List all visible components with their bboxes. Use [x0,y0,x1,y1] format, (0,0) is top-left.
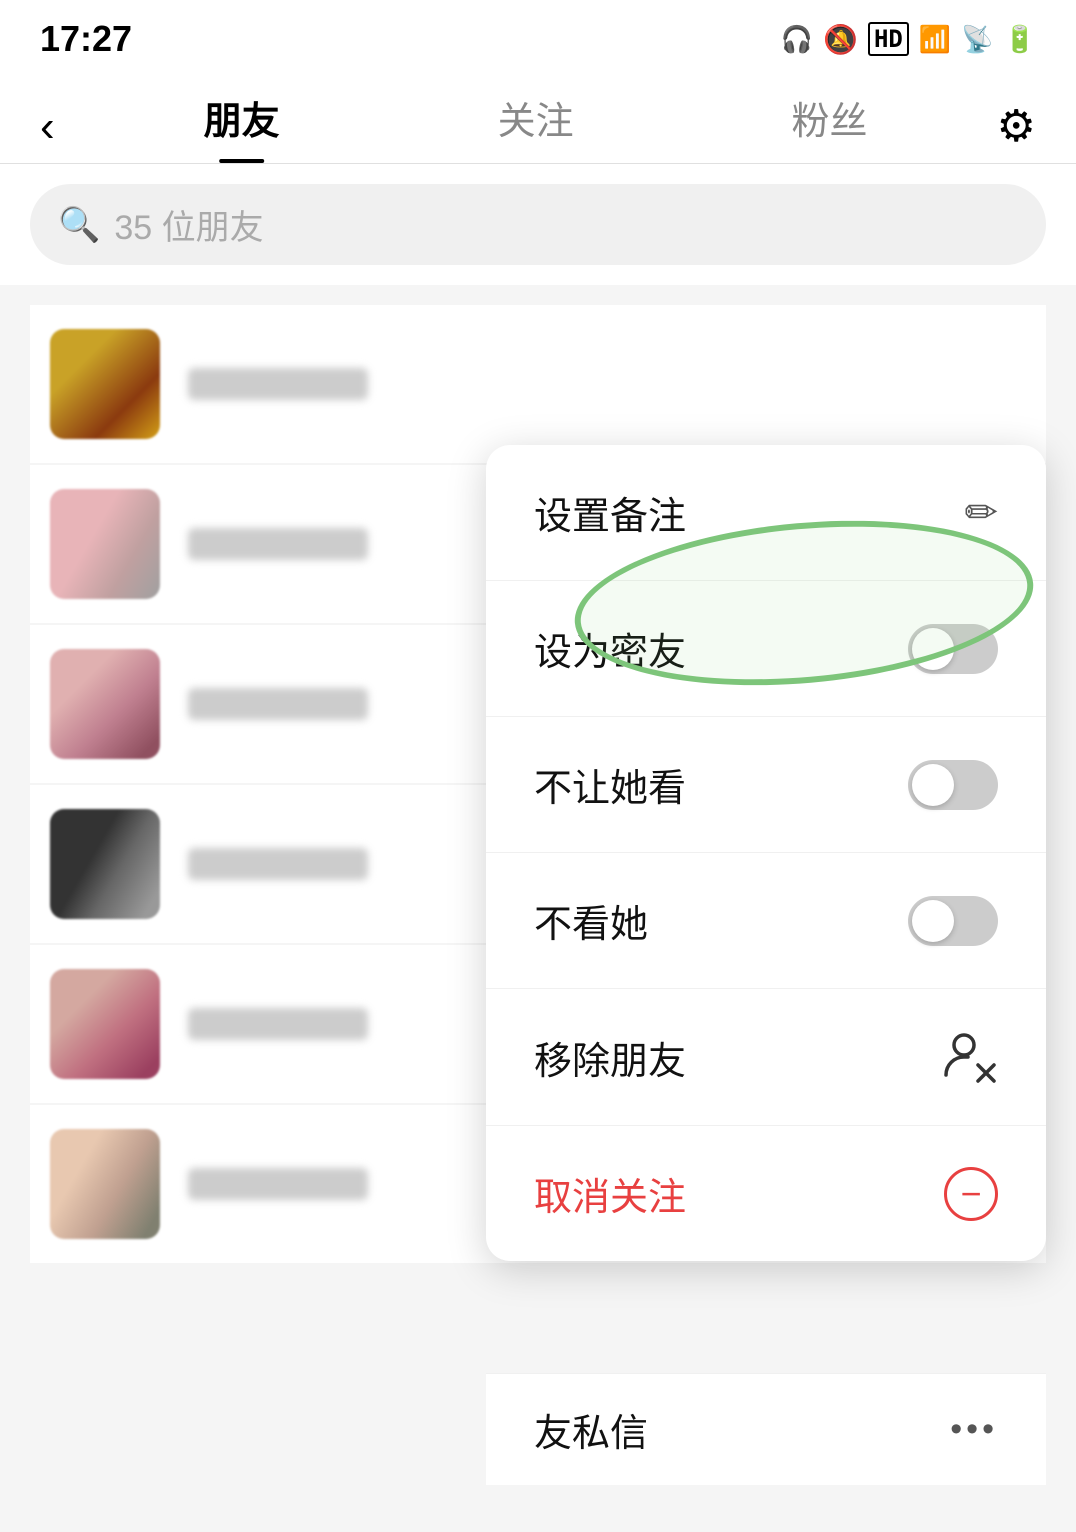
list-item[interactable] [30,305,1046,463]
menu-item-label-set-remark: 设置备注 [534,485,686,540]
search-icon: 🔍 [58,205,100,245]
menu-item-set-remark[interactable]: 设置备注 ✏ [486,445,1046,581]
nav-tabs: 朋友 关注 粉丝 [95,90,977,163]
more-icon: ••• [950,1410,998,1449]
menu-item-hide-from-her[interactable]: 不让她看 [486,717,1046,853]
unfollow-icon: − [944,1167,998,1221]
friend-name [188,368,368,400]
menu-item-unfollow[interactable]: 取消关注 − [486,1126,1046,1261]
avatar [50,649,160,759]
hd-icon: HD [868,22,909,56]
avatar [50,1129,160,1239]
search-container: 🔍 35 位朋友 [0,164,1076,285]
edit-icon: ✏ [964,490,998,536]
avatar [50,489,160,599]
friend-name [188,1168,368,1200]
menu-item-label-remove-friend: 移除朋友 [534,1030,686,1085]
tab-friends[interactable]: 朋友 [204,90,280,163]
friend-name [188,1008,368,1040]
battery-icon: 🔋 [1004,24,1036,55]
bottom-partial-item: 友私信 ••• [486,1373,1046,1485]
avatar [50,809,160,919]
avatar [50,329,160,439]
remove-user-icon [942,1029,998,1085]
tab-following[interactable]: 关注 [498,90,574,163]
context-menu: 设置备注 ✏ 设为密友 不让她看 不看她 移除朋友 [486,445,1046,1261]
friend-name [188,528,368,560]
toggle-hide-her[interactable] [908,896,998,946]
menu-item-label-hide-her: 不看她 [534,893,648,948]
toggle-hide-from-her[interactable] [908,760,998,810]
back-button[interactable]: ‹ [40,105,55,149]
tab-fans[interactable]: 粉丝 [792,90,868,163]
headphone-icon: 🎧 [781,24,813,55]
menu-item-close-friend[interactable]: 设为密友 [486,581,1046,717]
wifi-icon: 📡 [961,24,993,55]
friend-name [188,848,368,880]
search-placeholder: 35 位朋友 [114,200,263,249]
bottom-partial-label: 友私信 [534,1402,648,1457]
settings-button[interactable]: ⚙ [997,101,1036,152]
avatar [50,969,160,1079]
signal-icon: 📶 [919,24,951,55]
content-area: 设置备注 ✏ 设为密友 不让她看 不看她 移除朋友 [0,285,1076,1485]
menu-item-hide-her[interactable]: 不看她 [486,853,1046,989]
search-bar[interactable]: 🔍 35 位朋友 [30,184,1046,265]
status-bar: 17:27 🎧 🔕 HD 📶 📡 🔋 [0,0,1076,70]
menu-item-remove-friend[interactable]: 移除朋友 [486,989,1046,1126]
status-icons: 🎧 🔕 HD 📶 📡 🔋 [781,22,1036,56]
status-time: 17:27 [40,18,132,60]
mute-icon: 🔕 [823,23,858,56]
menu-item-label-close-friend: 设为密友 [534,621,686,676]
header: ‹ 朋友 关注 粉丝 ⚙ [0,70,1076,164]
menu-item-label-hide-from-her: 不让她看 [534,757,686,812]
friend-name [188,688,368,720]
toggle-close-friend[interactable] [908,624,998,674]
menu-item-label-unfollow: 取消关注 [534,1166,686,1221]
